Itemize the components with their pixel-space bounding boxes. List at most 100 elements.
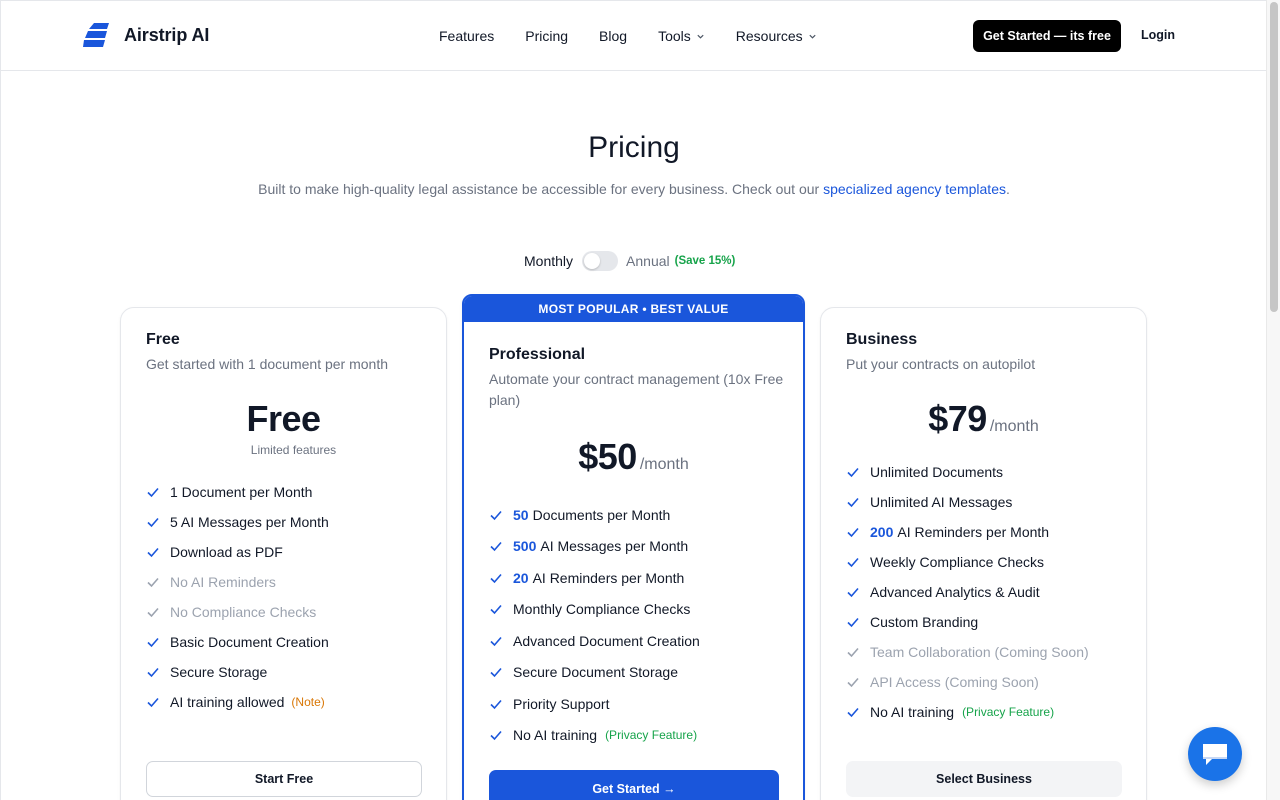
feature-note: (Privacy Feature) xyxy=(605,728,698,743)
billing-period-toggle[interactable] xyxy=(582,251,619,271)
plan-price: $50/month xyxy=(464,436,803,478)
feature-list: 1 Document per Month 5 AI Messages per M… xyxy=(146,477,329,717)
check-icon xyxy=(847,587,859,598)
feature-item: Monthly Compliance Checks xyxy=(489,594,700,626)
billing-annual-label[interactable]: Annual xyxy=(626,253,670,269)
nav-resources-dropdown[interactable]: Resources xyxy=(736,26,817,46)
feature-text: Secure Storage xyxy=(170,664,268,680)
start-free-button[interactable]: Start Free xyxy=(146,761,422,797)
page-title: Pricing xyxy=(588,131,680,164)
agency-templates-link[interactable]: specialized agency templates xyxy=(823,181,1006,197)
chevron-down-icon xyxy=(697,34,704,39)
feature-item: 50 Documents per Month xyxy=(489,499,700,531)
check-icon xyxy=(490,731,502,741)
nav-label: Pricing xyxy=(525,28,569,44)
price-note: Limited features xyxy=(250,443,337,457)
chat-widget-button[interactable] xyxy=(1188,727,1242,781)
check-icon xyxy=(147,667,159,678)
feature-text: Advanced Analytics & Audit xyxy=(870,584,1040,600)
site-header: Airstrip AI Features Pricing Blog Tools … xyxy=(1,1,1266,71)
feature-note[interactable]: (Note) xyxy=(291,695,324,709)
check-icon xyxy=(147,577,159,588)
get-started-free-button[interactable]: Get Started — its free xyxy=(973,20,1121,52)
check-icon xyxy=(847,557,859,568)
plan-description: Automate your contract management (10x F… xyxy=(489,371,784,408)
check-icon xyxy=(490,668,502,678)
subtitle-text: Built to make high-quality legal assista… xyxy=(258,181,820,197)
brand[interactable]: Airstrip AI xyxy=(83,23,209,47)
check-icon xyxy=(490,510,502,520)
page: Airstrip AI Features Pricing Blog Tools … xyxy=(0,0,1266,800)
price-amount: Free xyxy=(246,398,321,439)
airstrip-logo-icon xyxy=(83,23,109,47)
feature-text: Unlimited Documents xyxy=(870,464,1004,480)
check-icon xyxy=(147,517,159,528)
select-business-button[interactable]: Select Business xyxy=(846,761,1122,797)
feature-item-disabled: No AI Reminders xyxy=(146,567,329,597)
page-scrollbar[interactable] xyxy=(1266,0,1280,800)
feature-note: (Privacy Feature) xyxy=(962,705,1055,719)
feature-highlight: 500 xyxy=(513,538,537,555)
feature-text: Team Collaboration (Coming Soon) xyxy=(870,644,1089,660)
feature-item: No AI training (Privacy Feature) xyxy=(846,697,1089,727)
login-link[interactable]: Login xyxy=(1141,28,1175,42)
brand-name: Airstrip AI xyxy=(124,24,210,45)
nav-blog[interactable]: Blog xyxy=(599,26,627,46)
feature-item: Advanced Analytics & Audit xyxy=(846,577,1089,607)
feature-text: 5 AI Messages per Month xyxy=(170,514,329,530)
nav-features[interactable]: Features xyxy=(439,26,494,46)
check-icon xyxy=(490,542,502,552)
feature-text: Monthly Compliance Checks xyxy=(513,601,691,618)
page-subtitle: Built to make high-quality legal assista… xyxy=(1,181,1266,197)
plan-name: Professional xyxy=(489,346,586,363)
feature-text: AI training allowed xyxy=(170,694,285,710)
nav-pricing[interactable]: Pricing xyxy=(525,26,568,46)
feature-item: Weekly Compliance Checks xyxy=(846,547,1089,577)
feature-item: Basic Document Creation xyxy=(146,627,329,657)
toggle-knob xyxy=(584,253,601,269)
feature-item: 5 AI Messages per Month xyxy=(146,507,329,537)
feature-item: 20 AI Reminders per Month xyxy=(489,562,700,594)
most-popular-banner: MOST POPULAR • BEST VALUE xyxy=(464,296,803,322)
subtitle-end: . xyxy=(1005,181,1010,197)
feature-text: No AI training xyxy=(513,727,598,744)
feature-text: Unlimited AI Messages xyxy=(870,494,1013,510)
main-nav: Features Pricing Blog Tools Resources xyxy=(439,26,817,46)
nav-tools-dropdown[interactable]: Tools xyxy=(658,26,705,46)
feature-item: Secure Document Storage xyxy=(489,657,700,689)
feature-text: AI Reminders per Month xyxy=(897,524,1050,540)
feature-text: API Access (Coming Soon) xyxy=(870,674,1039,690)
billing-monthly-label[interactable]: Monthly xyxy=(524,253,573,269)
annual-savings-badge: (Save 15%) xyxy=(674,255,736,267)
chevron-down-icon xyxy=(809,34,816,39)
scrollbar-thumb[interactable] xyxy=(1270,2,1278,312)
check-icon xyxy=(147,607,159,618)
feature-text: No Compliance Checks xyxy=(170,604,317,620)
plan-description: Put your contracts on autopilot xyxy=(846,356,1036,372)
feature-item-disabled: API Access (Coming Soon) xyxy=(846,667,1089,697)
check-icon xyxy=(490,605,502,615)
nav-label: Features xyxy=(439,28,495,44)
plan-name: Business xyxy=(846,331,918,348)
check-icon xyxy=(490,573,502,583)
feature-item: 1 Document per Month xyxy=(146,477,329,507)
nav-label: Blog xyxy=(599,28,628,44)
plan-price: $79/month xyxy=(821,398,1146,440)
check-icon xyxy=(147,697,159,708)
feature-text: AI Reminders per Month xyxy=(532,569,685,586)
feature-text: Priority Support xyxy=(513,695,610,712)
check-icon xyxy=(847,467,859,478)
feature-item: Unlimited AI Messages xyxy=(846,487,1089,517)
feature-item: 200 AI Reminders per Month xyxy=(846,517,1089,547)
get-started-button[interactable]: Get Started → xyxy=(489,770,779,800)
feature-item-disabled: No Compliance Checks xyxy=(146,597,329,627)
plan-card-free: Free Get started with 1 document per mon… xyxy=(120,307,447,800)
feature-item: Priority Support xyxy=(489,688,700,720)
plan-card-professional: MOST POPULAR • BEST VALUE Professional A… xyxy=(462,294,805,800)
feature-text: No AI Reminders xyxy=(170,574,276,590)
feature-highlight: 50 xyxy=(513,506,529,523)
feature-text: No AI training xyxy=(870,704,955,720)
feature-text: Weekly Compliance Checks xyxy=(870,554,1045,570)
plan-price: Free xyxy=(121,398,446,440)
billing-toggle-group: Monthly Annual (Save 15%) xyxy=(524,251,735,271)
